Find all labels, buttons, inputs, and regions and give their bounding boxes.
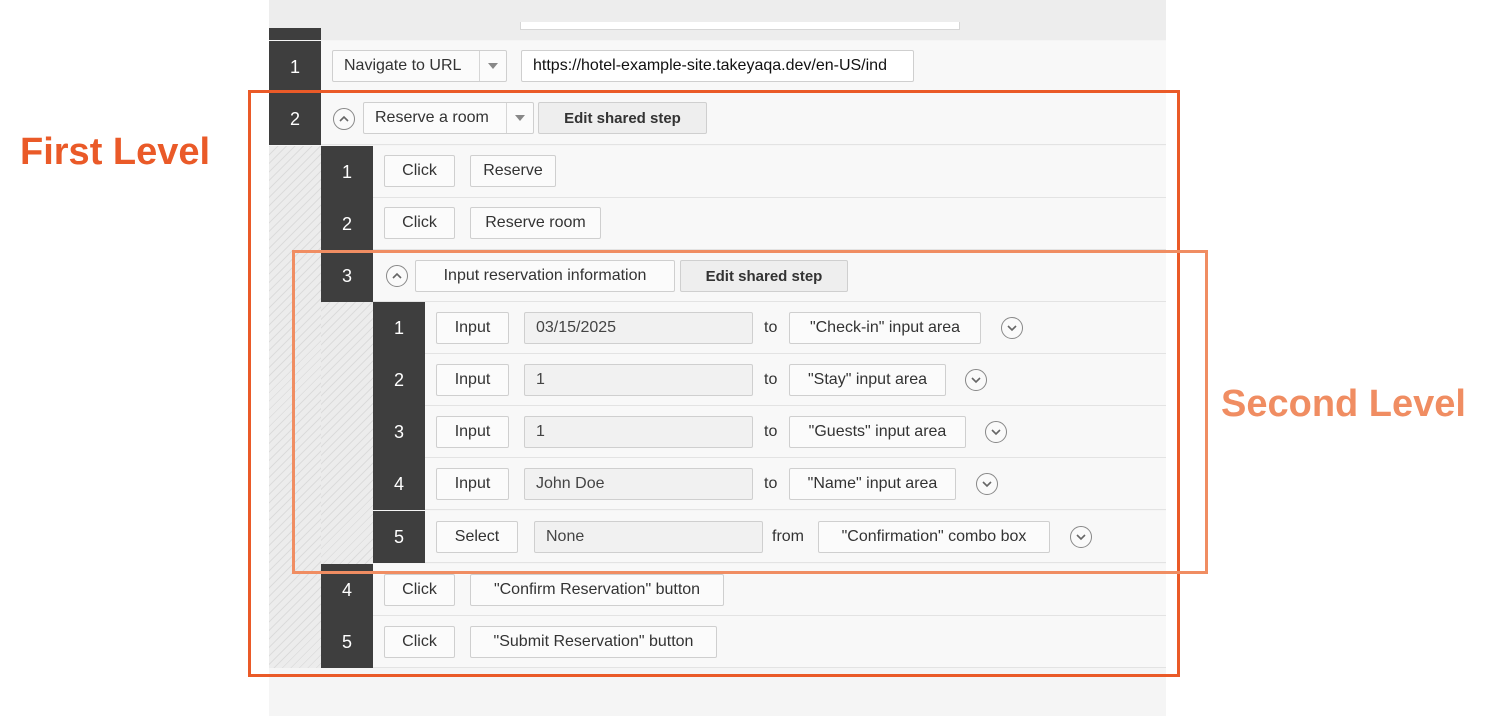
second-level-label: Second Level [1221,383,1466,425]
previous-row-fragment [269,0,1166,40]
first-level-label: First Level [20,131,211,173]
step-row-1: 1 Navigate to URL https://hotel-example-… [269,41,1166,93]
action-select-value: Navigate to URL [344,57,462,74]
action-select[interactable]: Navigate to URL [332,50,507,82]
previous-row-field-fragment [520,22,960,30]
step-number: 1 [269,41,321,93]
url-input[interactable]: https://hotel-example-site.takeyaqa.dev/… [521,50,914,82]
dropdown-arrow-icon[interactable] [479,51,506,81]
previous-row-number-fragment [269,28,321,40]
second-level-highlight-frame [292,250,1208,574]
